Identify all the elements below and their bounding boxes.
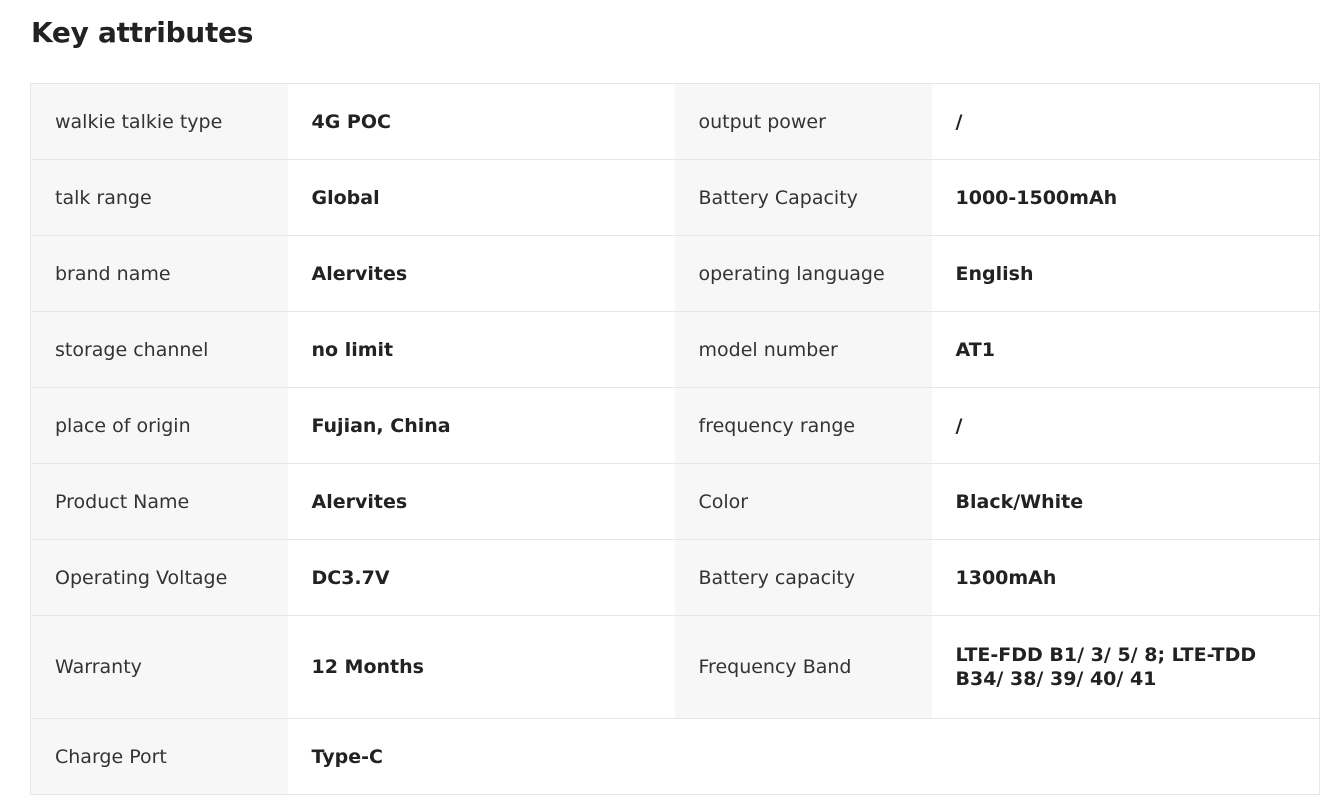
empty-cell xyxy=(674,718,932,795)
attribute-name: talk range xyxy=(30,159,288,236)
attribute-name: Battery capacity xyxy=(674,539,932,616)
table-row: Product Name Alervites Color Black/White xyxy=(30,463,1320,540)
attribute-value: LTE-FDD B1/ 3/ 5/ 8; LTE-TDD B34/ 38/ 39… xyxy=(931,615,1320,719)
key-attributes-table: walkie talkie type 4G POC output power /… xyxy=(30,83,1320,795)
attribute-value: Black/White xyxy=(931,463,1320,540)
table-row: Operating Voltage DC3.7V Battery capacit… xyxy=(30,539,1320,616)
attribute-value: 4G POC xyxy=(287,83,675,160)
section-title: Key attributes xyxy=(31,16,254,49)
attribute-name: frequency range xyxy=(674,387,932,464)
attribute-value: Alervites xyxy=(287,463,675,540)
attribute-name: output power xyxy=(674,83,932,160)
attribute-name: Frequency Band xyxy=(674,615,932,719)
table-row: walkie talkie type 4G POC output power / xyxy=(30,83,1320,160)
table-row: brand name Alervites operating language … xyxy=(30,235,1320,312)
attribute-value: Type-C xyxy=(287,718,675,795)
attribute-value: Global xyxy=(287,159,675,236)
attribute-value: English xyxy=(931,235,1320,312)
attribute-value: 1300mAh xyxy=(931,539,1320,616)
table-row: Charge Port Type-C xyxy=(30,718,1320,795)
attribute-name: storage channel xyxy=(30,311,288,388)
attribute-name: place of origin xyxy=(30,387,288,464)
attribute-value: 1000-1500mAh xyxy=(931,159,1320,236)
attribute-value: DC3.7V xyxy=(287,539,675,616)
table-row: Warranty 12 Months Frequency Band LTE-FD… xyxy=(30,615,1320,719)
table-row: place of origin Fujian, China frequency … xyxy=(30,387,1320,464)
attribute-value: / xyxy=(931,387,1320,464)
attribute-name: Product Name xyxy=(30,463,288,540)
attribute-name: Charge Port xyxy=(30,718,288,795)
attribute-name: walkie talkie type xyxy=(30,83,288,160)
attribute-name: Color xyxy=(674,463,932,540)
attribute-name: model number xyxy=(674,311,932,388)
attribute-value: Fujian, China xyxy=(287,387,675,464)
table-row: talk range Global Battery Capacity 1000-… xyxy=(30,159,1320,236)
attribute-value: 12 Months xyxy=(287,615,675,719)
attribute-name: Battery Capacity xyxy=(674,159,932,236)
table-row: storage channel no limit model number AT… xyxy=(30,311,1320,388)
attribute-value: Alervites xyxy=(287,235,675,312)
attribute-name: brand name xyxy=(30,235,288,312)
empty-cell xyxy=(931,718,1320,795)
attribute-name: Warranty xyxy=(30,615,288,719)
attribute-value: AT1 xyxy=(931,311,1320,388)
attribute-value: / xyxy=(931,83,1320,160)
attribute-name: operating language xyxy=(674,235,932,312)
attribute-name: Operating Voltage xyxy=(30,539,288,616)
attribute-value: no limit xyxy=(287,311,675,388)
